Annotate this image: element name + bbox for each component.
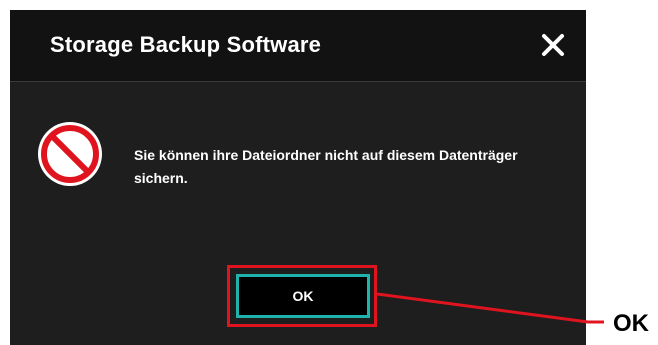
page: Storage Backup Software Sie können ihre … [0, 0, 658, 345]
callout-line [376, 292, 604, 324]
callout-label: OK [613, 310, 649, 337]
